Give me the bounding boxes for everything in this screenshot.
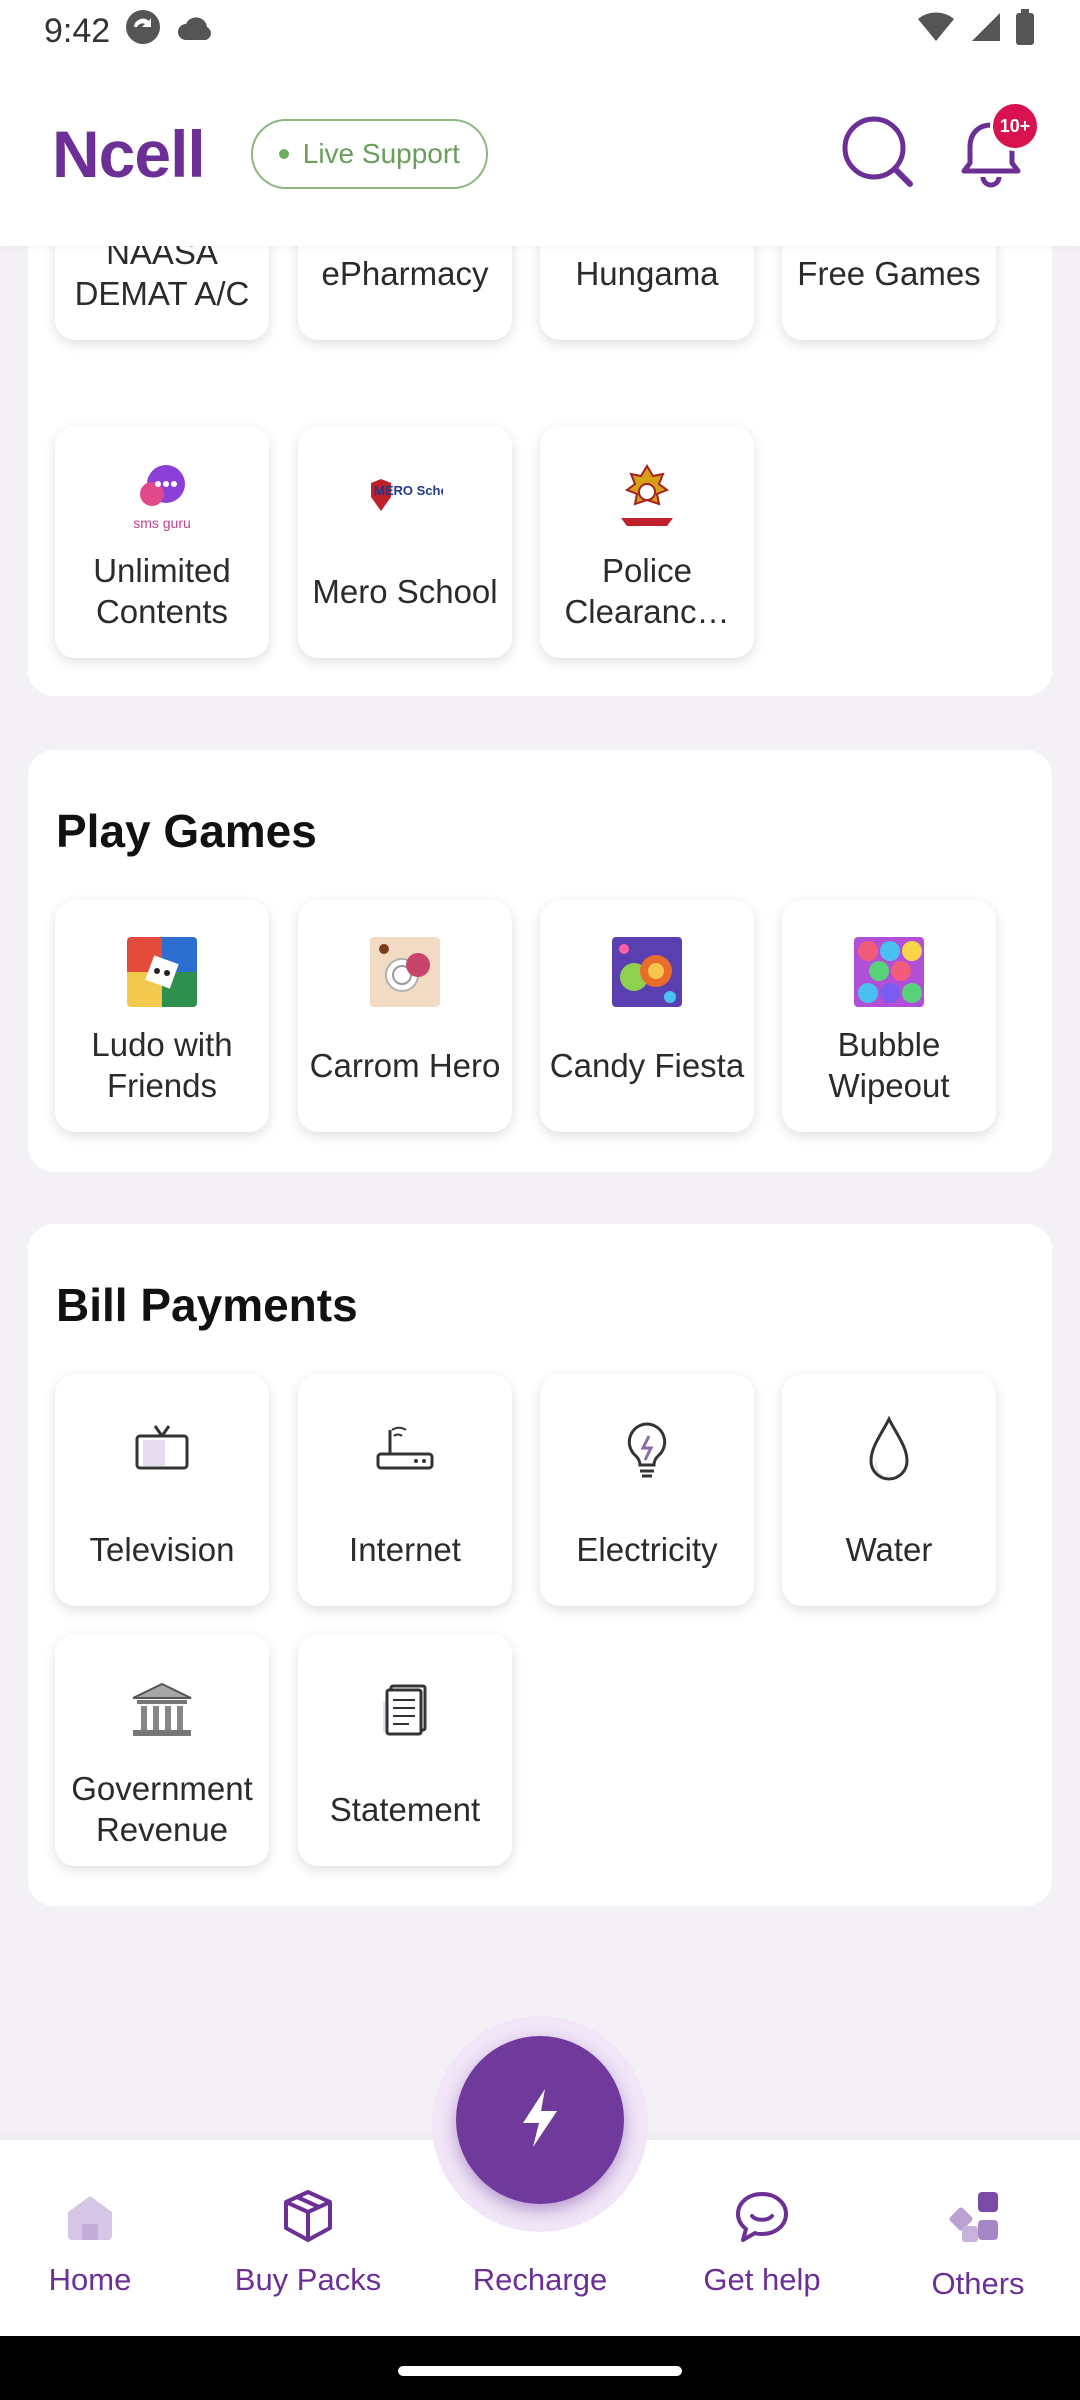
play-games-card: Play Games Ludo with Friends Carrom Hero… xyxy=(28,750,1052,1172)
tile-label: Internet xyxy=(349,1530,461,1568)
ncell-logo[interactable]: Ncell xyxy=(52,116,206,192)
tile-unlimited-contents[interactable]: sms guru Unlimited Contents xyxy=(55,426,269,658)
nav-home-label: Home xyxy=(48,2262,132,2297)
nav-get-help[interactable]: Get help xyxy=(672,2188,852,2298)
app-header: Ncell Live Support 10+ xyxy=(0,62,1080,246)
mero-school-icon: MERO School xyxy=(367,462,443,534)
sync-icon xyxy=(124,8,162,55)
section-title-bill-payments: Bill Payments xyxy=(56,1279,358,1331)
tile-candy-fiesta[interactable]: Candy Fiesta xyxy=(540,900,754,1132)
tile-label: Candy Fiesta xyxy=(549,1046,745,1084)
nav-get-help-label: Get help xyxy=(703,2262,821,2297)
svg-text:sms guru: sms guru xyxy=(133,515,191,531)
tile-label: Electricity xyxy=(576,1530,718,1568)
tile-carrom[interactable]: Carrom Hero xyxy=(298,900,512,1132)
tile-label: Unlimited Contents xyxy=(93,552,231,630)
tile-water[interactable]: Water xyxy=(782,1374,996,1606)
tile-label: Carrom Hero xyxy=(309,1046,501,1084)
tile-mero-school[interactable]: MERO School Mero School xyxy=(298,426,512,658)
router-icon xyxy=(370,1414,440,1486)
status-bar: 9:42 xyxy=(0,0,1080,62)
candy-fiesta-thumbnail xyxy=(612,936,682,1008)
water-drop-icon xyxy=(859,1414,919,1486)
bell-icon xyxy=(958,122,1024,193)
recharge-button[interactable] xyxy=(456,2036,624,2204)
tile-label: Water xyxy=(845,1530,933,1568)
section-title-play-games: Play Games xyxy=(56,805,317,857)
tile-label: Television xyxy=(89,1530,235,1568)
home-gesture-handle[interactable] xyxy=(398,2366,682,2376)
carrom-thumbnail xyxy=(370,936,440,1008)
tile-television[interactable]: Television xyxy=(55,1374,269,1606)
battery-icon xyxy=(1014,8,1036,54)
tile-internet[interactable]: Internet xyxy=(298,1374,512,1606)
tile-police-clearance[interactable]: Police Clearanc… xyxy=(540,426,754,658)
tile-electricity[interactable]: Electricity xyxy=(540,1374,754,1606)
signal-icon xyxy=(968,11,1002,52)
statement-document-icon xyxy=(373,1674,437,1746)
nav-buy-packs[interactable]: Buy Packs xyxy=(218,2188,398,2298)
live-dot-icon xyxy=(278,149,289,159)
tile-label: Ludo with Friends xyxy=(91,1026,233,1104)
tile-bubble-wipeout[interactable]: Bubble Wipeout xyxy=(782,900,996,1132)
package-box-icon xyxy=(280,2188,336,2252)
cloud-icon xyxy=(176,12,216,51)
lightbulb-icon xyxy=(617,1414,677,1486)
wifi-icon xyxy=(916,11,956,52)
television-icon xyxy=(127,1414,197,1486)
government-building-icon xyxy=(127,1674,197,1746)
tile-label: Government Revenue xyxy=(71,1770,253,1848)
tile-ludo[interactable]: Ludo with Friends xyxy=(55,900,269,1132)
nav-home[interactable]: Home xyxy=(0,2188,180,2298)
notification-badge: 10+ xyxy=(990,101,1040,151)
sms-guru-icon: sms guru xyxy=(122,462,202,534)
notifications-button[interactable]: 10+ xyxy=(958,101,1040,189)
others-grid-icon xyxy=(948,2188,1008,2256)
nav-buy-packs-label: Buy Packs xyxy=(234,2262,382,2297)
bubble-wipeout-thumbnail xyxy=(854,936,924,1008)
chat-help-icon xyxy=(732,2188,792,2252)
svg-text:MERO School: MERO School xyxy=(374,483,443,498)
tile-statement[interactable]: Statement xyxy=(298,1634,512,1866)
live-support-label: Live Support xyxy=(302,138,460,169)
bill-payments-card: Bill Payments Television Internet Electr… xyxy=(28,1224,1052,1906)
home-icon xyxy=(62,2188,118,2252)
tile-government-revenue[interactable]: Government Revenue xyxy=(55,1634,269,1866)
tile-label: Bubble Wipeout xyxy=(828,1026,950,1104)
search-icon[interactable] xyxy=(838,112,918,197)
tile-label: Statement xyxy=(329,1790,481,1828)
status-time: 9:42 xyxy=(44,11,111,50)
police-emblem-icon xyxy=(611,462,683,534)
tile-label: Police Clearanc… xyxy=(564,552,730,630)
nav-others[interactable]: Others xyxy=(888,2188,1068,2302)
nav-others-label: Others xyxy=(931,2266,1025,2301)
nav-recharge-label[interactable]: Recharge xyxy=(440,2262,640,2298)
lightning-icon xyxy=(515,2085,565,2156)
ludo-thumbnail xyxy=(127,936,197,1008)
tile-label: Mero School xyxy=(312,572,498,610)
live-support-button[interactable]: Live Support xyxy=(250,119,488,189)
